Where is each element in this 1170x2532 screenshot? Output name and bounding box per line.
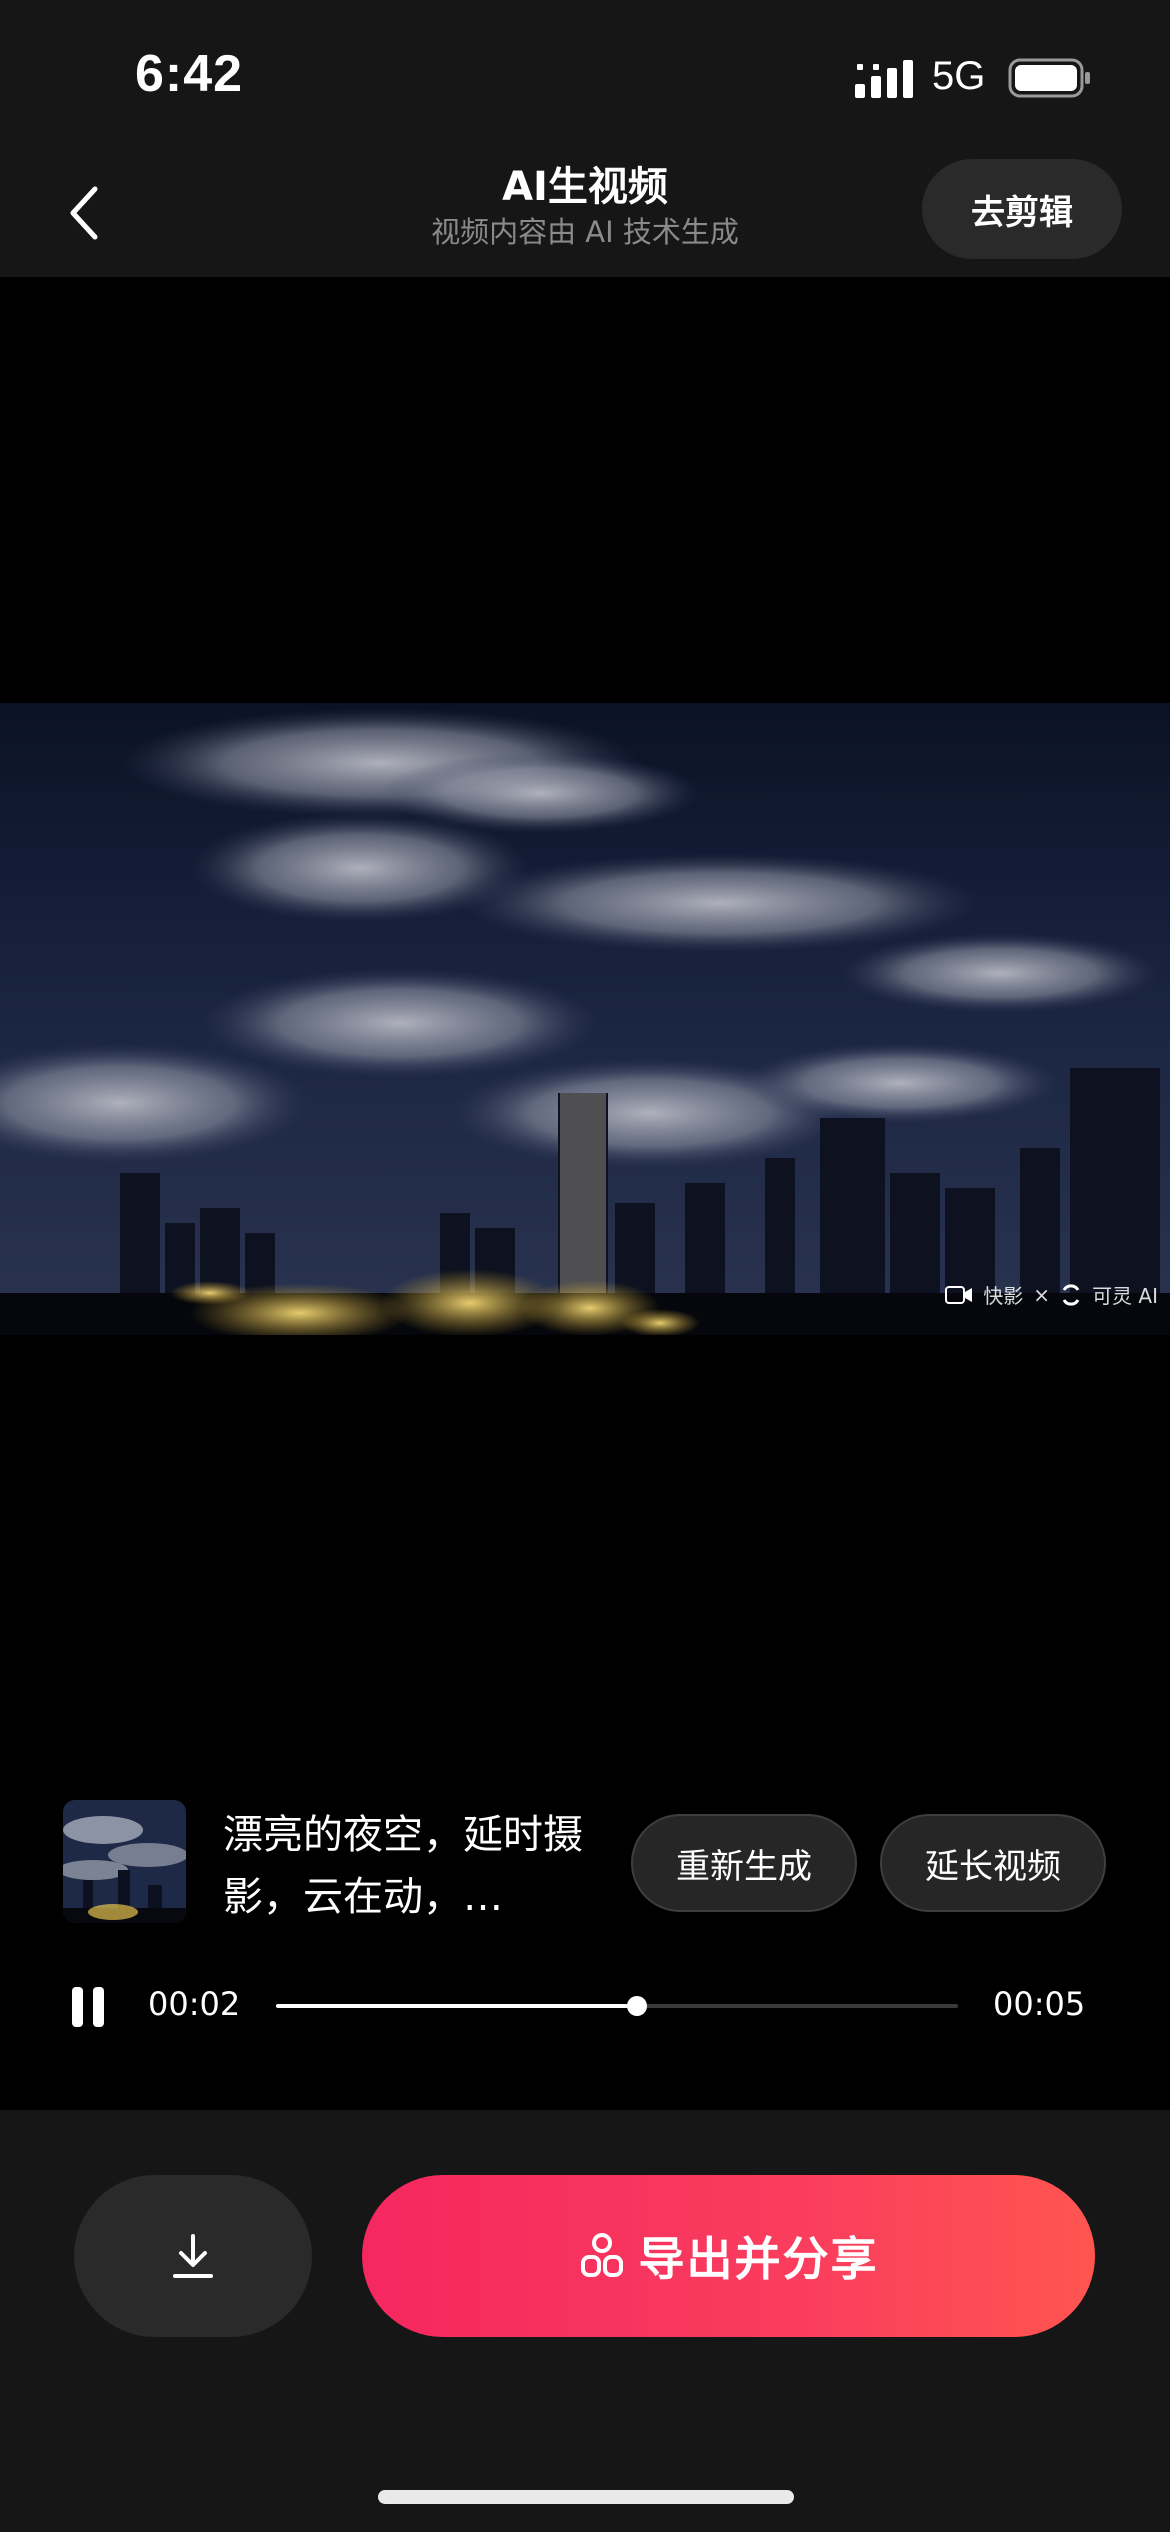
export-share-label: 导出并分享: [638, 2232, 879, 2286]
video-watermark: 快影 × 可灵 AI: [945, 1280, 1158, 1309]
battery-icon: [1008, 58, 1090, 98]
progress-fill: [276, 2004, 638, 2008]
network-label: 5G: [932, 54, 986, 98]
home-indicator[interactable]: [378, 2490, 794, 2504]
total-time: 00:05: [993, 1985, 1086, 2023]
export-share-button[interactable]: 导出并分享: [362, 2175, 1095, 2337]
extend-video-button[interactable]: 延长视频: [880, 1814, 1106, 1912]
progress-slider[interactable]: [276, 1996, 958, 2016]
video-camera-icon: [945, 1285, 973, 1304]
prompt-row: 漂亮的夜空，延时摄影，云在动，… 重新生成 延长视频: [0, 1800, 1170, 1925]
back-button[interactable]: [50, 178, 120, 248]
chevron-left-icon: [70, 186, 98, 240]
page-title: AI生视频: [502, 164, 668, 210]
regenerate-button[interactable]: 重新生成: [631, 1814, 857, 1912]
edit-button[interactable]: 去剪辑: [922, 159, 1122, 259]
status-time: 6:42: [135, 45, 244, 103]
watermark-ai-label: 可灵 AI: [1092, 1284, 1158, 1308]
download-button[interactable]: [74, 2175, 312, 2337]
prompt-text[interactable]: 漂亮的夜空，延时摄影，云在动，…: [223, 1804, 593, 1928]
kling-logo-icon: [1062, 1283, 1080, 1306]
playback-controls: 00:02 00:05: [0, 1975, 1170, 2035]
download-icon: [173, 2234, 213, 2278]
nav-bar: AI生视频 视频内容由 AI 技术生成 去剪辑: [0, 140, 1170, 277]
watermark-separator: ×: [1033, 1282, 1051, 1307]
page-subtitle: 视频内容由 AI 技术生成: [431, 215, 739, 249]
watermark-app-label: 快影: [983, 1284, 1024, 1308]
night-city-video-image: [0, 703, 1170, 1335]
current-time: 00:02: [148, 1985, 241, 2023]
bottom-action-bar: 导出并分享: [0, 2110, 1170, 2532]
pause-icon: [93, 1987, 104, 2027]
share-icon: [580, 2233, 623, 2277]
pause-button[interactable]: [70, 1987, 108, 2027]
nav-title-group: AI生视频 视频内容由 AI 技术生成: [300, 162, 870, 252]
pause-icon: [72, 1987, 83, 2027]
progress-handle[interactable]: [627, 1996, 648, 2016]
status-bar: 6:42 5G: [0, 0, 1170, 140]
thumbnail-image: [63, 1800, 186, 1923]
signal-icon: [855, 60, 913, 98]
video-frame[interactable]: 快影 × 可灵 AI: [0, 703, 1170, 1335]
prompt-thumbnail: [63, 1800, 186, 1923]
